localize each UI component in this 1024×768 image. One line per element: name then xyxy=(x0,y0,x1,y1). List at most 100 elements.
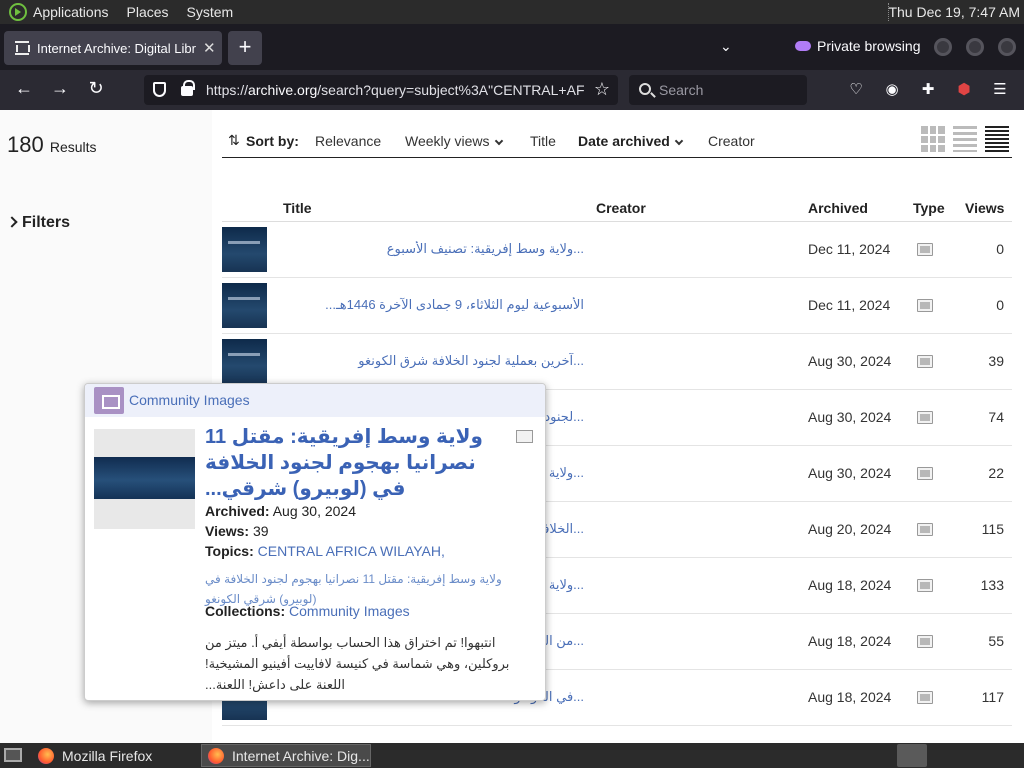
row-archived-date: Aug 20, 2024 xyxy=(808,521,892,537)
card-collection-name[interactable]: Community Images xyxy=(129,392,250,408)
list-all-tabs-chevron-icon[interactable]: ⌄ xyxy=(720,38,732,55)
bottom-taskbar: Mozilla Firefox Internet Archive: Dig... xyxy=(0,743,1024,768)
filters-label: Filters xyxy=(22,214,71,231)
row-thumbnail[interactable] xyxy=(222,227,267,272)
row-thumbnail[interactable] xyxy=(222,283,267,328)
tab-internet-archive[interactable]: Internet Archive: Digital Libr ✕ xyxy=(4,31,222,65)
card-views-label: Views: xyxy=(205,523,250,539)
header-views[interactable]: Views xyxy=(965,200,1004,216)
card-collections: Collections: Community Images xyxy=(205,603,410,619)
image-type-icon xyxy=(917,299,933,312)
sort-weekly-views-label: Weekly views xyxy=(405,133,490,149)
url-scheme: https:// xyxy=(206,82,249,98)
compact-list-view-icon[interactable] xyxy=(985,126,1009,152)
card-thumbnail[interactable] xyxy=(94,429,195,529)
row-archived-date: Dec 11, 2024 xyxy=(808,297,891,313)
forward-arrow-icon[interactable]: → xyxy=(48,78,72,99)
maximize-window-button[interactable] xyxy=(966,38,984,56)
tab-close-icon[interactable]: ✕ xyxy=(203,39,216,57)
extensions-puzzle-icon[interactable]: ✚ xyxy=(919,80,937,98)
distro-logo-icon[interactable] xyxy=(9,3,27,21)
sort-creator[interactable]: Creator xyxy=(708,133,755,149)
card-title[interactable]: ولاية وسط إفريقية: مقتل 11 نصرانيا بهجوم… xyxy=(205,424,505,502)
row-thumbnail[interactable] xyxy=(222,339,267,384)
row-views: 133 xyxy=(980,577,1004,593)
item-hover-card: Community Images ولاية وسط إفريقية: مقتل… xyxy=(84,383,546,701)
tab-strip: Internet Archive: Digital Libr ✕ + ⌄ Pri… xyxy=(0,24,1024,70)
table-row[interactable]: ...ولاية وسط إفريقية: تصنيف الأسبوع Dec 1… xyxy=(222,222,1012,278)
sort-relevance[interactable]: Relevance xyxy=(315,133,381,149)
sort-bar: ⇅ Sort by: Relevance Weekly views Title … xyxy=(222,124,1012,158)
row-views: 22 xyxy=(988,465,1004,481)
chevron-down-icon xyxy=(494,136,503,146)
row-archived-date: Aug 30, 2024 xyxy=(808,465,892,481)
sort-date-archived[interactable]: Date archived xyxy=(578,133,684,149)
card-collection-link[interactable]: Community Images xyxy=(289,603,410,619)
taskbar-item-internet-archive[interactable]: Internet Archive: Dig... xyxy=(201,744,371,767)
sort-by-label: Sort by: xyxy=(246,133,299,149)
tracking-protection-shield-icon[interactable] xyxy=(153,82,166,97)
image-type-icon xyxy=(917,467,933,480)
row-title[interactable]: ...آخرين بعملية لجنود الخلافة شرق الكونغ… xyxy=(284,353,584,369)
row-views: 39 xyxy=(988,353,1004,369)
sort-weekly-views[interactable]: Weekly views xyxy=(405,133,503,149)
close-window-button[interactable] xyxy=(998,38,1016,56)
row-views: 115 xyxy=(981,521,1004,537)
row-archived-date: Aug 30, 2024 xyxy=(808,353,892,369)
pocket-icon[interactable]: ♡ xyxy=(847,80,865,98)
account-icon[interactable]: ◉ xyxy=(883,80,901,98)
card-views-value: 39 xyxy=(253,523,269,539)
archive-favicon-icon xyxy=(15,41,30,55)
table-row[interactable]: الأسبوعية ليوم الثلاثاء، 9 جمادى الآخرة … xyxy=(222,278,1012,334)
tray-firefox-icon[interactable] xyxy=(897,744,927,767)
places-menu[interactable]: Places xyxy=(127,4,169,20)
sort-direction-icon[interactable]: ⇅ xyxy=(228,132,240,149)
system-menu[interactable]: System xyxy=(187,4,234,20)
bookmark-star-icon[interactable]: ☆ xyxy=(594,79,610,100)
chevron-right-icon xyxy=(6,216,18,228)
back-arrow-icon[interactable]: ← xyxy=(12,78,36,99)
table-row[interactable]: ...آخرين بعملية لجنود الخلافة شرق الكونغ… xyxy=(222,334,1012,390)
results-count-number: 180 xyxy=(7,132,44,157)
private-browsing-indicator: Private browsing xyxy=(795,38,921,54)
header-archived[interactable]: Archived xyxy=(808,200,868,216)
image-type-icon xyxy=(516,430,533,443)
ublock-origin-icon[interactable]: ⬢ xyxy=(955,80,973,98)
row-title[interactable]: الأسبوعية ليوم الثلاثاء، 9 جمادى الآخرة … xyxy=(284,297,584,313)
address-bar[interactable]: https://archive.org/search?query=subject… xyxy=(144,75,618,105)
search-bar[interactable]: Search xyxy=(629,75,807,105)
show-desktop-icon[interactable] xyxy=(4,748,22,762)
card-description: انتبهوا! تم اختراق هذا الحساب بواسطة أيف… xyxy=(205,635,510,692)
card-topics-label: Topics: xyxy=(205,543,254,559)
minimize-window-button[interactable] xyxy=(934,38,952,56)
reload-icon[interactable]: ↻ xyxy=(84,78,108,99)
filters-toggle[interactable]: Filters xyxy=(6,214,71,232)
card-topic-link[interactable]: CENTRAL AFRICA WILAYAH, xyxy=(258,543,445,559)
card-thumbnail-image xyxy=(94,457,195,499)
card-collections-label: Collections: xyxy=(205,603,286,619)
sort-title[interactable]: Title xyxy=(530,133,556,149)
search-placeholder: Search xyxy=(659,82,704,98)
tile-view-icon[interactable] xyxy=(921,126,945,152)
clock[interactable]: Thu Dec 19, 7:47 AM xyxy=(888,4,1020,20)
results-count: 180 Results xyxy=(7,132,97,158)
lock-icon[interactable] xyxy=(181,80,195,96)
image-type-icon xyxy=(917,691,933,704)
list-detail-view-icon[interactable] xyxy=(953,126,977,152)
system-panel: Applications Places System Thu Dec 19, 7… xyxy=(0,0,1024,24)
new-tab-button[interactable]: + xyxy=(228,31,262,65)
row-archived-date: Dec 11, 2024 xyxy=(808,241,891,257)
row-title[interactable]: ...ولاية وسط إفريقية: تصنيف الأسبوع xyxy=(284,241,584,257)
card-collection-header[interactable]: Community Images xyxy=(85,384,545,417)
private-browsing-label: Private browsing xyxy=(817,38,921,54)
header-creator[interactable]: Creator xyxy=(596,200,646,216)
search-icon xyxy=(639,83,651,95)
image-type-icon xyxy=(917,523,933,536)
header-title[interactable]: Title xyxy=(283,200,312,216)
url-text[interactable]: https://archive.org/search?query=subject… xyxy=(206,82,584,98)
collection-image-icon xyxy=(94,387,124,414)
taskbar-item-firefox[interactable]: Mozilla Firefox xyxy=(32,744,152,767)
results-table-header: Title Creator Archived Type Views xyxy=(222,198,1012,222)
hamburger-menu-icon[interactable]: ☰ xyxy=(991,80,1009,98)
applications-menu[interactable]: Applications xyxy=(33,4,109,20)
